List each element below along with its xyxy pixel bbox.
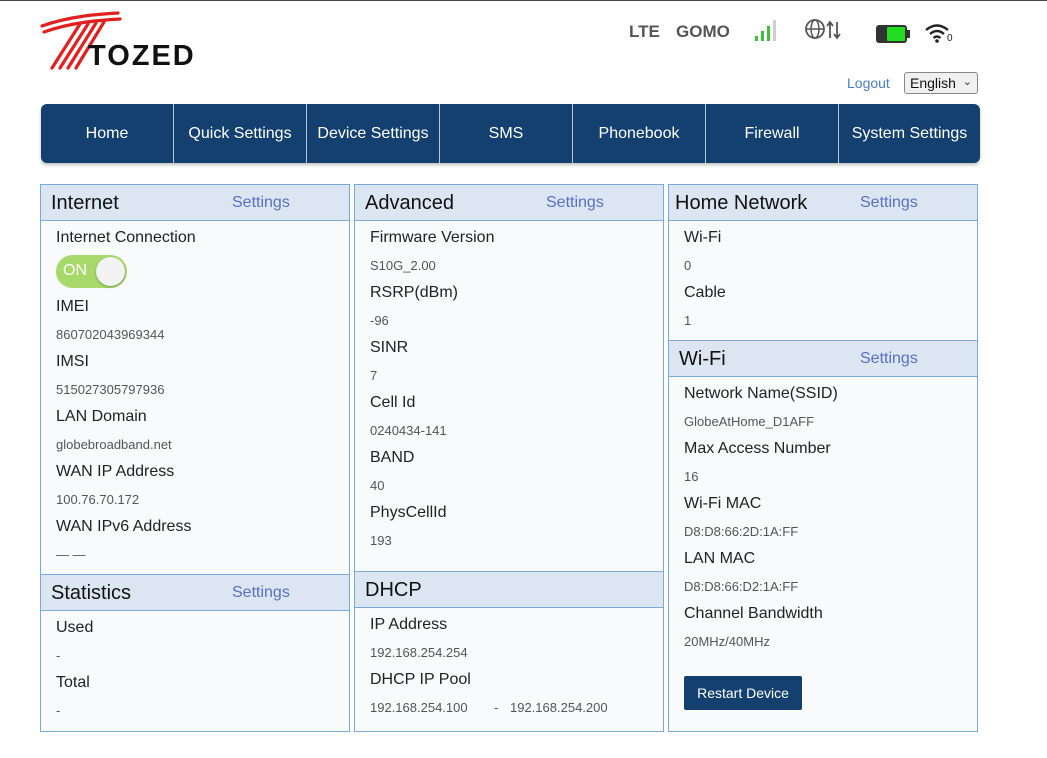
used-label: Used <box>56 619 94 636</box>
lan-mac-value: D8:D8:66:D2:1A:FF <box>684 579 799 594</box>
internet-connection-label: Internet Connection <box>56 229 196 246</box>
band-value: 40 <box>370 478 385 493</box>
wifi-mac-label: Wi-Fi MAC <box>684 495 762 512</box>
home-network-title: Home Network <box>675 192 808 214</box>
sinr-value: 7 <box>370 368 378 383</box>
language-select[interactable]: English ⌄ <box>904 72 978 94</box>
cable-count-label: Cable <box>684 284 726 301</box>
cell-id-label: Cell Id <box>370 394 416 411</box>
network-type-label: LTE <box>629 22 660 41</box>
advanced-header: Advanced Settings <box>355 185 663 221</box>
nav-system-settings[interactable]: System Settings <box>839 104 980 163</box>
home-network-panel: Home Network Settings <box>668 184 978 732</box>
statistics-title: Statistics <box>51 582 132 604</box>
statistics-settings-link[interactable]: Settings <box>232 584 290 602</box>
toggle-state: ON <box>63 262 87 279</box>
wifi-title: Wi-Fi <box>679 348 726 370</box>
home-network-header: Home Network Settings <box>669 185 977 221</box>
operator-name: GOMO <box>676 22 730 41</box>
toggle-knob <box>96 257 125 286</box>
nav-quick-settings[interactable]: Quick Settings <box>174 104 307 163</box>
wan-ipv6-value: — — <box>56 547 86 562</box>
sinr-label: SINR <box>370 339 409 356</box>
battery-icon <box>876 25 910 43</box>
cell-id-value: 0240434-141 <box>370 423 447 438</box>
dhcp-pool-end: 192.168.254.200 <box>510 700 608 715</box>
phys-cell-id-label: PhysCellId <box>370 504 447 521</box>
nav-home[interactable]: Home <box>41 104 174 163</box>
dhcp-pool-separator: - <box>494 700 499 715</box>
brand-name: TOZED <box>88 40 196 72</box>
dhcp-header: DHCP <box>355 571 663 608</box>
wan-ipv6-label: WAN IPv6 Address <box>56 518 192 535</box>
nav-firewall[interactable]: Firewall <box>706 104 839 163</box>
top-border <box>0 0 1047 1</box>
cable-count-value: 1 <box>684 313 692 328</box>
channel-bandwidth-value: 20MHz/40MHz <box>684 634 770 649</box>
firmware-label: Firmware Version <box>370 229 495 246</box>
wan-ip-label: WAN IP Address <box>56 463 175 480</box>
wan-ip-value: 100.76.70.172 <box>56 492 140 507</box>
wifi-count-value: 0 <box>684 258 692 273</box>
lan-domain-value: globebroadband.net <box>56 437 172 452</box>
internet-header: Internet Settings <box>41 185 349 221</box>
signal-bars-icon <box>755 20 776 41</box>
chevron-down-icon: ⌄ <box>962 76 972 88</box>
wifi-header: Wi-Fi Settings <box>669 340 977 377</box>
main-nav: Home Quick Settings Device Settings SMS … <box>41 104 980 163</box>
used-value: - <box>56 648 61 663</box>
internet-title: Internet <box>51 192 119 214</box>
internet-settings-link[interactable]: Settings <box>232 194 290 212</box>
wifi-client-count: 0 <box>947 33 953 44</box>
ssid-label: Network Name(SSID) <box>684 385 838 402</box>
dhcp-title: DHCP <box>365 579 422 601</box>
wifi-count-label: Wi-Fi <box>684 229 722 246</box>
tozed-logo: TOZED <box>40 10 220 72</box>
imsi-label: IMSI <box>56 353 89 370</box>
wifi-settings-link[interactable]: Settings <box>860 350 918 368</box>
imei-value: 860702043969344 <box>56 327 165 342</box>
total-label: Total <box>56 674 90 691</box>
rsrp-label: RSRP(dBm) <box>370 284 459 301</box>
ip-address-label: IP Address <box>370 616 448 633</box>
nav-sms[interactable]: SMS <box>440 104 573 163</box>
phys-cell-id-value: 193 <box>370 533 392 548</box>
total-value: - <box>56 703 61 718</box>
ip-address-value: 192.168.254.254 <box>370 645 468 660</box>
dhcp-pool-start: 192.168.254.100 <box>370 700 468 715</box>
nav-device-settings[interactable]: Device Settings <box>307 104 440 163</box>
lan-domain-label: LAN Domain <box>56 408 147 425</box>
statistics-header: Statistics Settings <box>41 574 349 611</box>
home-network-settings-link[interactable]: Settings <box>860 194 918 212</box>
lan-mac-label: LAN MAC <box>684 550 756 567</box>
nav-phonebook[interactable]: Phonebook <box>573 104 706 163</box>
ssid-value: GlobeAtHome_D1AFF <box>684 414 815 429</box>
wifi-mac-value: D8:D8:66:2D:1A:FF <box>684 524 799 539</box>
restart-device-button[interactable]: Restart Device <box>684 676 802 710</box>
internet-connection-toggle[interactable]: ON <box>56 255 127 288</box>
imei-label: IMEI <box>56 298 89 315</box>
firmware-value: S10G_2.00 <box>370 258 436 273</box>
globe-updown-icon <box>805 19 841 40</box>
channel-bandwidth-label: Channel Bandwidth <box>684 605 823 622</box>
wifi-status: 0 <box>924 22 956 46</box>
max-access-label: Max Access Number <box>684 440 831 457</box>
band-label: BAND <box>370 449 415 466</box>
advanced-title: Advanced <box>365 192 454 214</box>
language-select-value: English <box>910 75 956 91</box>
advanced-settings-link[interactable]: Settings <box>546 194 604 212</box>
dhcp-pool-label: DHCP IP Pool <box>370 671 471 688</box>
rsrp-value: -96 <box>370 313 389 328</box>
max-access-value: 16 <box>684 469 699 484</box>
logout-link[interactable]: Logout <box>847 75 890 91</box>
imsi-value: 515027305797936 <box>56 382 165 397</box>
